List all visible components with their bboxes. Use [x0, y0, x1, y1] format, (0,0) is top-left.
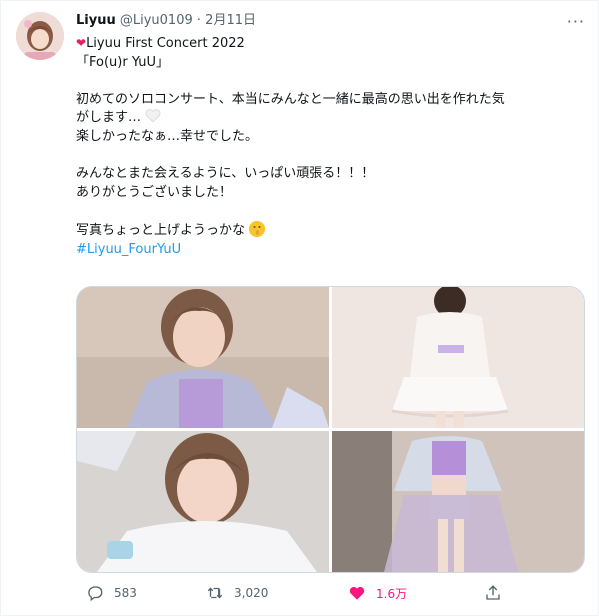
like-button[interactable]: 1.6万 [348, 582, 407, 604]
text-line: 「Fo(u)r YuU」 [76, 54, 170, 70]
text-line: ❤Liyuu First Concert 2022 [76, 36, 245, 51]
author-handle[interactable]: @Liyu0109 [120, 13, 193, 28]
tweet-date[interactable]: 2月11日 [205, 13, 256, 28]
text-line: 初めてのソロコンサート、本当にみんなと一緒に最高の思い出を作れた気 [76, 91, 505, 107]
photo-top-left[interactable] [77, 287, 329, 428]
reply-button[interactable]: 583 [86, 582, 137, 604]
more-icon[interactable]: ··· [567, 12, 585, 31]
like-count: 1.6万 [376, 586, 408, 601]
shushing-face-icon [249, 220, 266, 237]
action-bar: 583 3,020 1.6万 [76, 582, 586, 606]
photo-grid [76, 286, 585, 573]
retweet-icon [207, 587, 223, 599]
photo-bottom-right[interactable] [332, 431, 584, 572]
share-icon [486, 585, 500, 600]
photo-top-right[interactable] [332, 287, 584, 428]
red-heart-icon: ❤ [76, 36, 87, 50]
tweet-text: ❤Liyuu First Concert 2022 「Fo(u)r YuU」 初… [76, 34, 576, 259]
text-line: ありがとうございました！ [76, 184, 233, 200]
text-line: 写真ちょっと上げようっかな [76, 220, 576, 241]
separator: · [196, 13, 202, 28]
text-line: がします… [76, 109, 576, 128]
like-icon [349, 586, 365, 600]
white-heart-icon [145, 109, 161, 123]
tweet-header: Liyuu @Liyu0109 · 2月11日 [76, 12, 256, 30]
retweet-count: 3,020 [234, 586, 269, 600]
photo-bottom-left[interactable] [77, 431, 329, 572]
retweet-button[interactable]: 3,020 [206, 582, 268, 604]
text-line: みんなとまた会えるように、いっぱい頑張る！！！ [76, 166, 375, 182]
avatar[interactable] [16, 12, 64, 60]
share-button[interactable] [484, 582, 512, 604]
author-name[interactable]: Liyuu [76, 13, 116, 28]
reply-icon [88, 586, 103, 602]
reply-count: 583 [114, 586, 137, 600]
hashtag-link[interactable]: #Liyuu_FourYuU [76, 241, 576, 260]
text-line: 楽しかったなぁ…幸せでした。 [76, 128, 259, 144]
